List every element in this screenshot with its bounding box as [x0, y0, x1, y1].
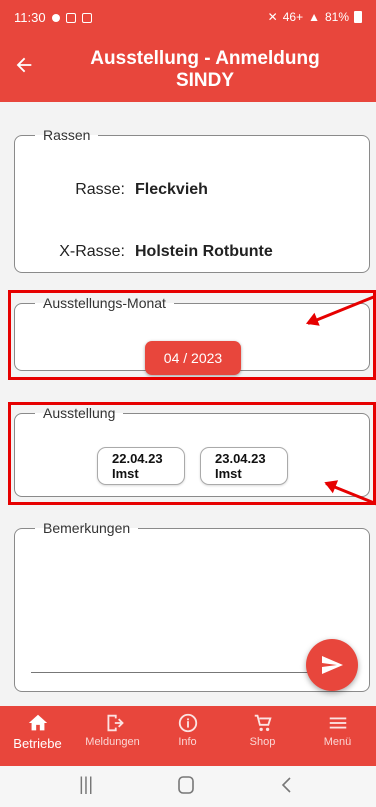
monat-legend: Ausstellungs-Monat	[43, 295, 166, 311]
exit-icon	[107, 714, 124, 732]
menu-icon	[329, 717, 346, 729]
nav-label: Betriebe	[13, 736, 62, 751]
system-navigation-bar: |||	[0, 766, 376, 807]
bemerkungen-input-underline[interactable]	[31, 672, 347, 673]
nav-label: Info	[178, 736, 197, 748]
rasse-row: Rasse: Fleckvieh	[15, 181, 208, 199]
app-bar: Ausstellung - Anmeldung SINDY	[0, 36, 376, 102]
info-icon	[178, 713, 197, 733]
back-icon[interactable]	[267, 774, 307, 798]
status-time: 11:30	[14, 10, 46, 25]
home-icon	[28, 714, 47, 731]
exhibition-option-chip[interactable]: 22.04.23 Imst	[97, 447, 185, 485]
rassen-legend: Rassen	[43, 127, 91, 143]
status-bar: 11:30 ✕ 46+ ▲ 81%	[0, 0, 376, 36]
signal-icon: ▲	[308, 10, 320, 24]
nav-label: Shop	[249, 736, 276, 748]
rasse-label: Rasse:	[75, 181, 125, 198]
page-title: Ausstellung - Anmeldung SINDY	[56, 48, 354, 92]
x-rasse-value: Holstein Rotbunte	[135, 243, 273, 260]
exhibition-place: Imst	[215, 466, 242, 481]
x-rasse-label: X-Rasse:	[59, 243, 125, 260]
rasse-value: Fleckvieh	[135, 181, 208, 198]
ausstellungs-monat-section: Ausstellungs-Monat 04 / 2023	[14, 295, 370, 375]
nav-item-shop[interactable]: Shop	[225, 712, 300, 748]
send-icon	[322, 656, 343, 674]
exhibition-option-chip[interactable]: 23.04.23 Imst	[200, 447, 288, 485]
page-title-line2: SINDY	[175, 70, 235, 91]
cart-icon	[254, 714, 272, 732]
gallery-icon	[81, 12, 92, 23]
nav-item-meldungen[interactable]: Meldungen	[75, 712, 150, 748]
rassen-section: Rassen Rasse: Fleckvieh X-Rasse: Holstein …	[14, 127, 370, 273]
nav-item-info[interactable]: Info	[150, 712, 225, 748]
exhibition-date: 22.04.23	[112, 451, 163, 466]
content-area[interactable]: Rassen Rasse: Fleckvieh X-Rasse: Holstein …	[0, 102, 376, 706]
bemerkungen-legend: Bemerkungen	[43, 520, 131, 536]
nav-item-menu[interactable]: Menü	[300, 712, 375, 748]
x-rasse-row: X-Rasse: Holstein Rotbunte	[15, 243, 273, 261]
exhibition-place: Imst	[112, 466, 139, 481]
location-icon	[51, 13, 60, 22]
exhibition-date: 23.04.23	[215, 451, 266, 466]
mute-icon: ✕	[267, 10, 278, 24]
back-arrow-icon[interactable]	[10, 54, 38, 82]
nav-label: Menü	[323, 736, 352, 748]
battery-level: 81%	[324, 10, 349, 24]
nav-label: Meldungen	[85, 736, 140, 748]
home-button-icon[interactable]	[166, 774, 206, 798]
month-select-button[interactable]: 04 / 2023	[145, 341, 241, 375]
battery-icon	[354, 11, 362, 23]
page-title-line1: Ausstellung - Anmeldung	[90, 48, 320, 69]
ausstellung-legend: Ausstellung	[43, 405, 116, 421]
nav-item-betriebe[interactable]: Betriebe	[0, 712, 75, 751]
image-icon	[65, 12, 76, 23]
send-button[interactable]	[306, 639, 358, 691]
network-indicator: 46+	[282, 10, 304, 24]
ausstellung-section: Ausstellung 22.04.23 Imst 23.04.23 Imst	[14, 405, 370, 497]
bottom-navigation: Betriebe Meldungen Info Shop Menü	[0, 706, 376, 766]
recent-apps-icon[interactable]: |||	[66, 774, 106, 798]
